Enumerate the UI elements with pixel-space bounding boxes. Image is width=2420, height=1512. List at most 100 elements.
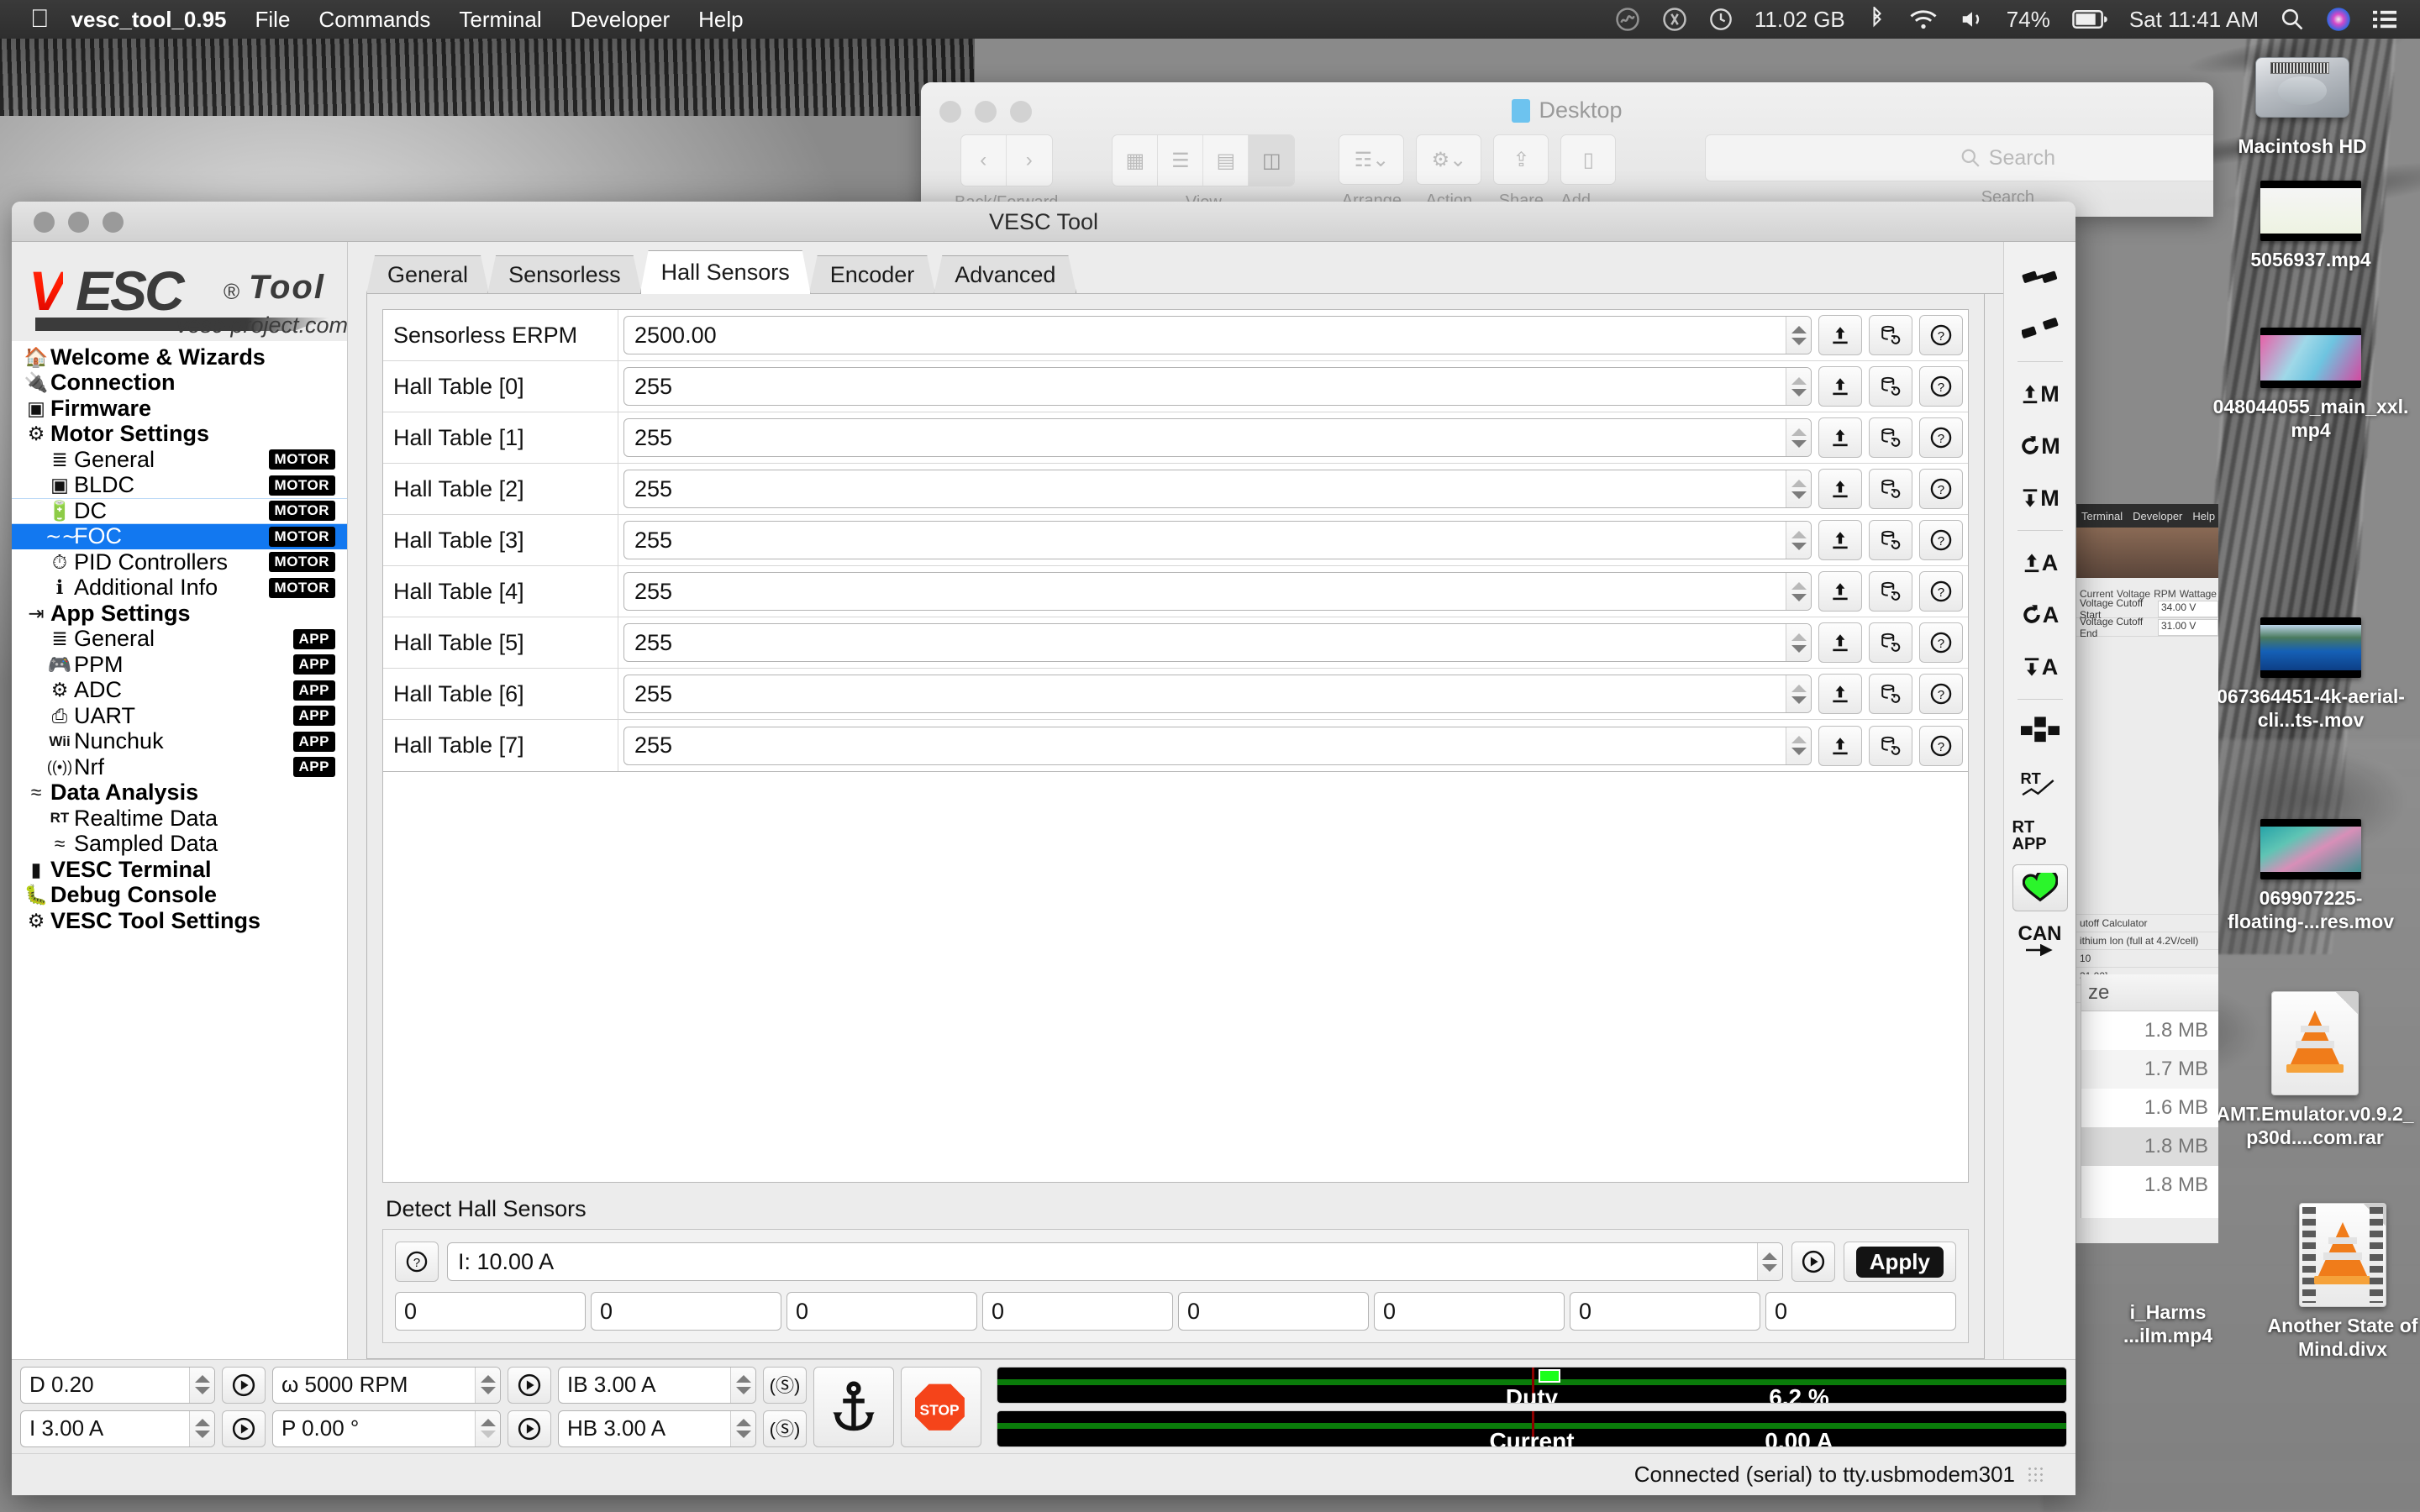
heart-icon[interactable] [2012,864,2068,911]
upload-param-button[interactable] [1818,469,1862,509]
view-segment[interactable]: ▦ ☰ ▤ ◫ [1112,134,1296,186]
desktop-icon-069907225[interactable]: 069907225-floating-...res.mov [2210,819,2412,933]
bg-menu-help[interactable]: Help [2192,510,2215,522]
sidebar-item-vesc-tool-settings[interactable]: ⚙ VESC Tool Settings [12,908,347,934]
read-param-button[interactable] [1869,571,1912,612]
param-spinbox[interactable] [623,418,1812,457]
param-spinbox[interactable] [623,316,1812,354]
upload-app-icon[interactable]: A [2012,539,2068,586]
apply-button[interactable]: Apply [1843,1242,1956,1282]
upload-param-button[interactable] [1818,622,1862,663]
tab-hall-sensors[interactable]: Hall Sensors [640,250,811,294]
param-input[interactable] [624,675,1786,712]
can-icon[interactable]: CAN [2012,916,2068,963]
bg-menu-terminal[interactable]: Terminal [2081,510,2123,522]
siri-icon[interactable] [2326,7,2351,32]
upload-param-button[interactable] [1818,315,1862,355]
bg-row-value[interactable]: 34.00 V [2158,600,2218,617]
share-icon[interactable]: ⇪ [1493,134,1549,185]
spinner-arrows[interactable] [1786,419,1811,456]
wifi-icon[interactable] [1909,8,1938,30]
bg-finder-row[interactable]: 1.6 MB [2081,1089,2218,1127]
connect-icon[interactable] [2012,254,2068,301]
detect-result-cell[interactable]: 0 [1178,1292,1369,1331]
param-input[interactable] [624,624,1786,661]
bg-finder-row[interactable]: 1.8 MB [2081,1011,2218,1050]
desktop-icon-another-state-of-mind[interactable]: Another State of Mind.divx [2242,1203,2420,1361]
download-app-icon[interactable]: A [2012,643,2068,690]
bg-menu-developer[interactable]: Developer [2133,510,2182,522]
notification-center-icon[interactable] [2373,9,2396,29]
sidebar-item-firmware[interactable]: ▣ Firmware [12,396,347,422]
sidebar-item-app-general[interactable]: ≣ General APP [12,626,347,653]
position-input[interactable] [273,1410,475,1446]
list-view-icon[interactable]: ☰ [1158,135,1204,186]
run-current-button[interactable] [222,1410,266,1447]
help-button[interactable]: ? [1919,622,1963,663]
sidebar-item-welcome-wizards[interactable]: 🏠 Welcome & Wizards [12,344,347,370]
action-group[interactable]: ⚙⌄ Action [1416,134,1482,211]
stop-button[interactable]: STOP [901,1366,981,1447]
upload-param-button[interactable] [1818,366,1862,407]
timemachine-icon[interactable] [1709,8,1733,31]
sidebar-item-realtime-data[interactable]: RT Realtime Data [12,806,347,832]
sidebar-item-foc[interactable]: ∼∼ FOC MOTOR [12,523,347,549]
resize-grip[interactable] [2027,1465,2045,1484]
tab-sensorless[interactable]: Sensorless [487,255,642,294]
sidebar-item-motor-settings[interactable]: ⚙ Motor Settings [12,421,347,448]
param-input[interactable] [624,727,1786,764]
spinner-arrows[interactable] [1786,522,1811,559]
sidebar-item-nunchuk[interactable]: Wii Nunchuk APP [12,728,347,755]
gear-icon[interactable]: ⚙⌄ [1416,134,1482,185]
back-icon[interactable]: ‹ [961,135,1007,186]
rpm-input[interactable] [273,1367,475,1403]
finder-window[interactable]: Desktop ‹ › Back/Forward ▦ ☰ ▤ ◫ View [921,82,2213,217]
run-position-button[interactable] [508,1410,551,1447]
menu-item-commands[interactable]: Commands [318,7,430,33]
spinner-arrows[interactable] [1786,727,1811,764]
spinner-arrows[interactable] [730,1410,755,1446]
duty-input[interactable] [21,1367,189,1403]
apply-hb-brake-button[interactable]: (Ⓢ) [763,1410,807,1447]
param-spinbox[interactable] [623,367,1812,406]
menu-item-terminal[interactable]: Terminal [459,7,541,33]
param-input[interactable] [624,573,1786,610]
bg-finder-row[interactable]: 1.8 MB [2081,1127,2218,1166]
back-forward-segment[interactable]: ‹ › [960,134,1053,186]
param-spinbox[interactable] [623,521,1812,559]
bg-finder-row[interactable]: 1.7 MB [2081,1050,2218,1089]
desktop-icon-i-harms[interactable]: i_Harms ...ilm.mp4 [2084,1294,2252,1347]
read-param-button[interactable] [1869,315,1912,355]
apple-menu-icon[interactable]:  [30,7,50,32]
sidebar-item-connection[interactable]: 🔌 Connection [12,370,347,396]
reload-motor-icon[interactable]: M [2012,423,2068,470]
memory-usage-label[interactable]: 11.02 GB [1754,7,1845,33]
detect-result-cell[interactable]: 0 [1570,1292,1760,1331]
sidebar-item-pid-controllers[interactable]: ⏱ PID Controllers MOTOR [12,549,347,575]
sidebar-item-dc[interactable]: 🔋 DC MOTOR [12,498,347,524]
spinner-arrows[interactable] [189,1410,214,1446]
desktop-icon-067364451[interactable]: 067364451-4k-aerial-cli...ts-.mov [2210,617,2412,732]
desktop-icon-macintosh-hd[interactable]: Macintosh HD [2202,44,2403,158]
param-input[interactable] [624,317,1786,354]
forward-icon[interactable]: › [1007,135,1052,186]
spinner-arrows[interactable] [475,1410,500,1446]
tab-advanced[interactable]: Advanced [934,255,1076,294]
spinner-arrows[interactable] [1756,1243,1782,1280]
help-button[interactable]: ? [1919,571,1963,612]
help-button[interactable]: ? [1919,417,1963,458]
dpad-icon[interactable] [2012,708,2068,755]
upload-param-button[interactable] [1818,417,1862,458]
detect-run-button[interactable] [1791,1242,1835,1282]
bg-row-voltage-cutoff-end[interactable]: Voltage Cutoff End 31.00 V [2076,616,2218,639]
tag-icon[interactable]: ▯ [1560,134,1617,185]
rt-app-icon[interactable]: RT APP [2012,812,2068,859]
detect-current-spinbox[interactable] [447,1242,1783,1281]
sidebar-item-adc[interactable]: ⚙ ADC APP [12,677,347,704]
bg-row-value[interactable]: 31.00 V [2158,618,2218,636]
volume-icon[interactable] [1960,8,1985,30]
run-duty-button[interactable] [222,1366,266,1404]
app-icon-2[interactable] [1662,7,1687,32]
disconnect-icon[interactable] [2012,306,2068,353]
menu-app-name[interactable]: vesc_tool_0.95 [71,7,227,33]
